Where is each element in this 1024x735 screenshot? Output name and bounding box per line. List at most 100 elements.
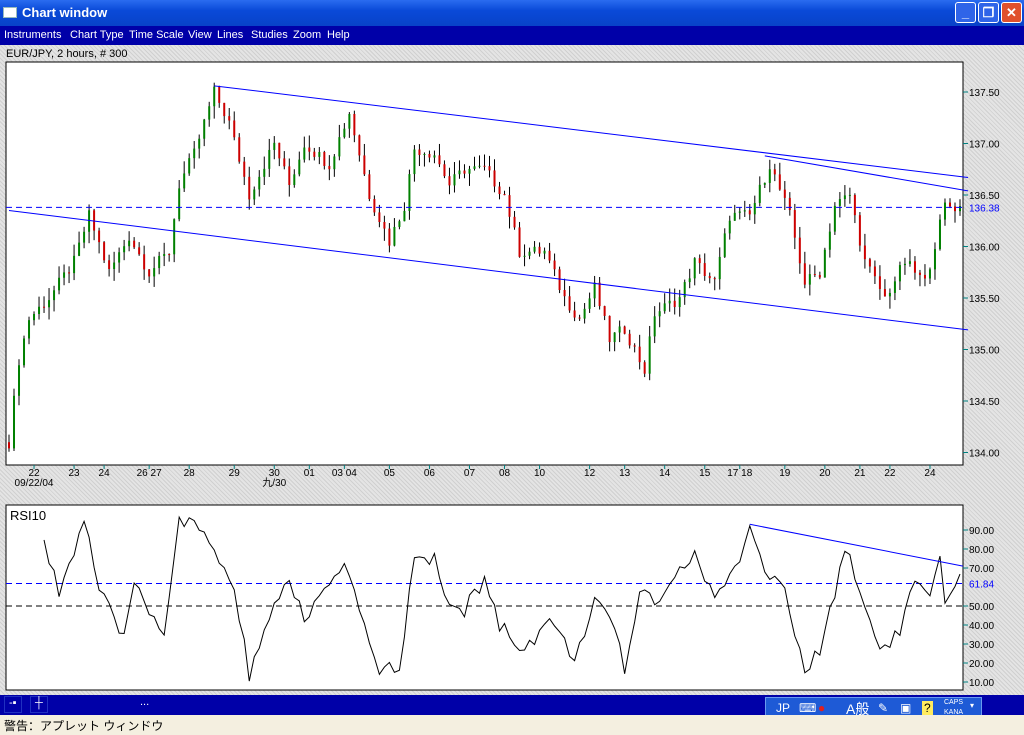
- candle-body: [528, 251, 531, 256]
- candle-body: [688, 278, 691, 283]
- y-tick-label: 137.00: [969, 140, 1000, 151]
- candle-body: [933, 249, 936, 270]
- tools-icon[interactable]: ✎: [878, 701, 888, 715]
- candle-body: [23, 338, 26, 366]
- x-tick-label: 24: [924, 468, 936, 479]
- taskbar-item[interactable]: ...: [136, 696, 153, 713]
- candle-body: [548, 250, 551, 261]
- x-tick-label: 23: [69, 468, 81, 479]
- candle-body: [13, 395, 16, 449]
- x-tick-label: 08: [499, 468, 511, 479]
- x-tick-label: 21: [854, 468, 866, 479]
- x-tick-label: 24: [99, 468, 111, 479]
- candle-body: [918, 272, 921, 275]
- ime-menu-arrow[interactable]: ▾: [970, 701, 974, 710]
- x-tick-label: 26 27: [137, 468, 162, 479]
- candle-body: [183, 173, 186, 189]
- chart-canvas[interactable]: 137.50 137.00 136.50 136.00 135.50 135.00 134.…: [0, 0, 1024, 695]
- candle-body: [438, 155, 441, 165]
- ime-help-icon[interactable]: ?: [922, 701, 933, 715]
- candle-body: [343, 128, 346, 138]
- candle-body: [848, 194, 851, 196]
- candle-body: [743, 210, 746, 212]
- candle-body: [778, 174, 781, 190]
- candle-body: [488, 166, 491, 171]
- candle-body: [838, 199, 841, 206]
- candle-body: [43, 306, 46, 308]
- x-tick-label: 19: [779, 468, 791, 479]
- candle-body: [953, 206, 956, 212]
- candle-body: [553, 260, 556, 270]
- candle-body: [418, 149, 421, 156]
- x-tick-label: 10: [534, 468, 546, 479]
- candle-body: [98, 230, 101, 243]
- taskbar-item[interactable]: ┼: [30, 696, 48, 713]
- candle-body: [83, 231, 86, 243]
- candle-body: [353, 113, 356, 136]
- x-sub-label: 九/30: [262, 477, 286, 489]
- x-tick-label: 20: [819, 468, 831, 479]
- candle-body: [138, 247, 141, 255]
- candle-body: [503, 194, 506, 196]
- chart-title: EUR/JPY, 2 hours, # 300: [6, 48, 128, 60]
- candle-body: [223, 102, 226, 117]
- candle-body: [493, 170, 496, 187]
- candle-body: [333, 156, 336, 170]
- candle-body: [868, 259, 871, 267]
- candle-body: [153, 268, 156, 277]
- keyboard-icon[interactable]: ⌨: [799, 701, 816, 715]
- candle-body: [533, 246, 536, 252]
- candle-body: [938, 219, 941, 250]
- candle-body: [793, 210, 796, 238]
- candle-body: [618, 326, 621, 333]
- current-price-label: 136.38: [969, 203, 1000, 214]
- candle-body: [923, 274, 926, 279]
- candle-body: [133, 240, 136, 248]
- candle-body: [393, 226, 396, 246]
- candle-body: [73, 255, 76, 274]
- ime-language[interactable]: JP: [776, 701, 790, 715]
- candle-body: [959, 205, 961, 212]
- candle-body: [888, 292, 891, 297]
- candle-body: [63, 272, 66, 278]
- candle-body: [463, 170, 466, 174]
- candle-body: [638, 346, 641, 363]
- candle-body: [508, 195, 511, 217]
- candle-body: [388, 228, 391, 246]
- ime-pad-icon[interactable]: ●: [818, 701, 825, 715]
- candle-body: [908, 261, 911, 264]
- candle-body: [38, 306, 41, 315]
- candle-body: [633, 345, 636, 347]
- price-panel: [5, 61, 964, 466]
- candle-body: [118, 252, 121, 263]
- candle-body: [323, 152, 326, 166]
- y-tick-label: 135.00: [969, 346, 1000, 357]
- rsi-panel: [5, 504, 964, 691]
- rsi-current-label: 61.84: [969, 580, 994, 591]
- candle-body: [588, 298, 591, 309]
- candle-body: [733, 212, 736, 221]
- candle-body: [148, 269, 151, 277]
- candle-body: [88, 210, 91, 232]
- candle-body: [258, 176, 261, 190]
- candle-body: [288, 166, 291, 186]
- candle-body: [408, 174, 411, 211]
- candle-body: [823, 249, 826, 278]
- candle-body: [158, 255, 161, 269]
- x-tick-label: 03 04: [332, 468, 357, 479]
- candle-body: [788, 197, 791, 211]
- taskbar-item[interactable]: -▪: [4, 696, 22, 713]
- candle-body: [48, 300, 51, 308]
- candle-body: [123, 246, 126, 253]
- candle-body: [563, 290, 566, 297]
- candle-body: [863, 245, 866, 260]
- y-tick-label: 137.50: [969, 88, 1000, 99]
- candle-body: [483, 165, 486, 167]
- candle-body: [413, 149, 416, 175]
- x-tick-label: 15: [699, 468, 711, 479]
- candle-body: [213, 86, 216, 107]
- candle-body: [428, 153, 431, 158]
- dictionary-icon[interactable]: ▣: [900, 701, 911, 715]
- candle-body: [628, 333, 631, 346]
- candle-body: [478, 165, 481, 167]
